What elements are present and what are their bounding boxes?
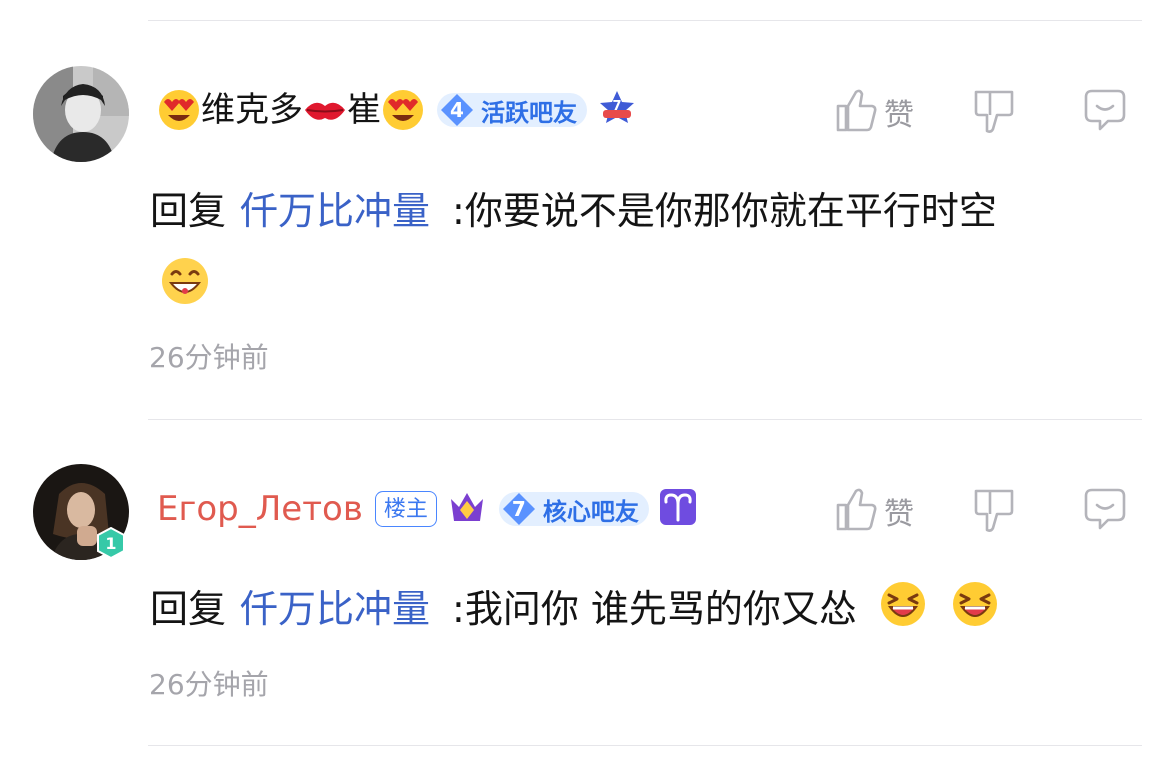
level-label: 核心吧友	[542, 497, 639, 526]
crown-icon	[447, 487, 487, 531]
grin-emoji-icon	[160, 256, 210, 310]
user-name-row: 维克多 崔 4 活跃吧友 7	[157, 85, 637, 135]
like-label: 赞	[884, 497, 914, 532]
thumbs-up-icon	[834, 86, 878, 138]
reply-prefix: 回复	[150, 587, 227, 631]
top-divider	[148, 20, 1142, 21]
reply-text: :你要说不是你那你就在平行时空	[452, 189, 997, 233]
comment-divider	[148, 745, 1142, 746]
level-badge: 7 核心吧友	[498, 492, 649, 526]
owner-tag: 楼主	[374, 491, 437, 527]
user-name-part2[interactable]: 崔	[347, 88, 381, 132]
dislike-button[interactable]	[972, 86, 1016, 138]
reply-content: 回复 仟万比冲量 :你要说不是你那你就在平行时空	[150, 183, 997, 239]
avatar[interactable]	[33, 66, 129, 162]
comment-time: 26分钟前	[149, 341, 269, 374]
reply-content: 回复 仟万比冲量 :我问你 谁先骂的你又怂	[150, 580, 999, 643]
reply-prefix: 回复	[150, 189, 227, 233]
avatar-level-badge: 1	[95, 526, 127, 560]
user-name-row: Егор_Летов 楼主 7 核心吧友	[157, 484, 697, 534]
heart-eyes-emoji-icon	[381, 88, 425, 132]
reply-target-user[interactable]: 仟万比冲量	[240, 587, 430, 631]
level-label: 活跃吧友	[481, 98, 577, 127]
comment-bubble-icon	[1082, 87, 1128, 137]
comment-actions: 赞	[834, 485, 1128, 537]
comment-bubble-icon	[1082, 486, 1128, 536]
kiss-lips-emoji-icon	[303, 88, 347, 132]
level-number-icon: 7	[499, 492, 539, 526]
svg-text:1: 1	[105, 534, 116, 553]
star-medal-icon: 7	[597, 88, 637, 132]
laughing-emoji-icon	[879, 580, 927, 643]
comment-divider	[148, 419, 1142, 420]
thumbs-down-icon	[972, 485, 1016, 537]
reply-target-user[interactable]: 仟万比冲量	[240, 189, 430, 233]
reply-button[interactable]	[1082, 486, 1128, 536]
svg-text:7: 7	[612, 99, 621, 114]
reply-text: :我问你 谁先骂的你又怂	[452, 587, 857, 631]
comment-time: 26分钟前	[149, 668, 269, 701]
laughing-emoji-icon	[951, 580, 999, 643]
heart-eyes-emoji-icon	[157, 88, 201, 132]
thumbs-down-icon	[972, 86, 1016, 138]
like-button[interactable]: 赞	[834, 485, 914, 537]
user-name[interactable]: Егор_Летов	[157, 487, 363, 531]
reply-button[interactable]	[1082, 87, 1128, 137]
comment-actions: 赞	[834, 86, 1128, 138]
aries-sign-icon	[659, 488, 697, 530]
level-badge: 4 活跃吧友	[437, 93, 587, 127]
thumbs-up-icon	[834, 485, 878, 537]
like-label: 赞	[884, 98, 914, 133]
like-button[interactable]: 赞	[834, 86, 914, 138]
user-name-part1[interactable]: 维克多	[201, 88, 303, 132]
level-number-icon: 4	[437, 93, 477, 127]
dislike-button[interactable]	[972, 485, 1016, 537]
